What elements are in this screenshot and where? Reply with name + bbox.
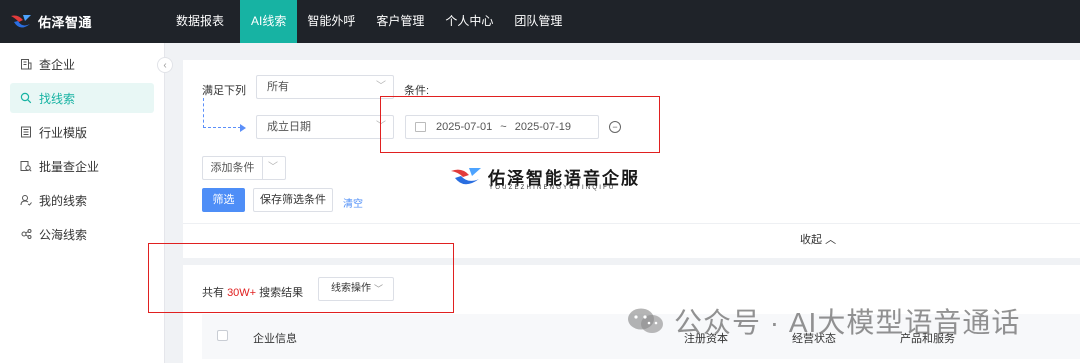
filter-button[interactable]: 筛选: [202, 188, 245, 212]
condition-field-value: 成立日期: [267, 121, 311, 133]
user-icon: [20, 194, 32, 206]
main-nav: 数据报表 AI线索 智能外呼 客户管理 个人中心 团队管理: [165, 0, 578, 43]
nav-item-ai-leads[interactable]: AI线索: [240, 0, 298, 43]
nav-item-outbound-call[interactable]: 智能外呼: [302, 0, 360, 43]
sidebar-item-batch-search[interactable]: 批量查企业: [10, 151, 154, 181]
sidebar-item-find-leads[interactable]: 找线索: [10, 83, 154, 113]
wechat-watermark-text: 公众号 · AI大模型语音通话: [674, 307, 1021, 338]
nav-item-reports[interactable]: 数据报表: [171, 0, 229, 43]
batch-icon: [20, 160, 32, 172]
sidebar-item-industry-template[interactable]: 行业模版: [10, 117, 154, 147]
sidebar-item-label: 查企业: [39, 57, 76, 72]
condition-connector: [203, 98, 241, 128]
sidebar-collapse-button[interactable]: ‹: [157, 57, 173, 73]
nav-item-profile[interactable]: 个人中心: [440, 0, 498, 43]
highlight-box-results: [148, 243, 454, 313]
condition-field-select[interactable]: 成立日期 ﹀: [256, 115, 394, 139]
building-icon: [20, 58, 32, 70]
match-mode-value: 所有: [267, 81, 289, 93]
highlight-box-date: [380, 96, 660, 153]
add-condition-dropdown[interactable]: 添加条件 ﹀: [202, 156, 286, 180]
brand-logo-icon: [11, 14, 31, 28]
collapse-label: 收起: [800, 234, 822, 246]
wechat-watermark: 公众号 · AI大模型语音通话: [626, 303, 1020, 339]
search-icon: [20, 92, 32, 104]
match-label: 满足下列: [202, 85, 246, 97]
watermark-subtitle: YOUZEZHINENGYUYINQIFU: [489, 185, 616, 191]
sidebar-item-company-search[interactable]: 查企业: [10, 49, 154, 79]
clear-link[interactable]: 清空: [343, 195, 363, 210]
select-all-checkbox[interactable]: [217, 330, 228, 341]
sidebar-item-label: 批量查企业: [39, 159, 100, 174]
watermark-logo-icon: [451, 168, 481, 185]
sidebar-item-label: 我的线索: [39, 193, 88, 208]
sidebar-item-public-leads[interactable]: 公海线索: [10, 219, 154, 249]
column-company-info[interactable]: 企业信息: [253, 330, 297, 346]
match-mode-select[interactable]: 所有 ﹀: [256, 75, 394, 99]
chevron-down-icon: ﹀: [376, 81, 386, 92]
top-navbar: 佑泽智通 数据报表 AI线索 智能外呼 客户管理 个人中心 团队管理: [0, 0, 1080, 43]
add-condition-label: 添加条件: [203, 157, 263, 179]
brand-name: 佑泽智通: [38, 15, 93, 30]
chevron-left-icon: ‹: [163, 59, 167, 71]
nav-item-customers[interactable]: 客户管理: [371, 0, 429, 43]
sidebar-item-label: 公海线索: [39, 227, 88, 242]
divider: [183, 223, 1080, 224]
share-icon: [20, 228, 32, 240]
arrow-right-icon: [240, 124, 246, 132]
template-icon: [20, 126, 32, 138]
sidebar-item-label: 行业模版: [39, 125, 88, 140]
collapse-filter-link[interactable]: 收起 ︿: [800, 231, 836, 247]
brand[interactable]: 佑泽智通: [0, 0, 165, 43]
save-filter-button[interactable]: 保存筛选条件: [253, 188, 333, 212]
chevron-down-icon: ﹀: [268, 162, 278, 173]
chevron-up-icon: ︿: [825, 234, 837, 246]
wechat-icon: [628, 308, 663, 333]
filter-panel: 满足下列 所有 ﹀ 条件: 成立日期 ﹀ 2025-07-01 ~ 2025-0…: [183, 60, 1080, 258]
sidebar-item-my-leads[interactable]: 我的线索: [10, 185, 154, 215]
nav-item-team[interactable]: 团队管理: [509, 0, 567, 43]
sidebar-item-label: 找线索: [39, 91, 76, 106]
sidebar: 查企业 找线索 行业模版 批量查企业 我的线索 公海线索: [0, 43, 165, 363]
